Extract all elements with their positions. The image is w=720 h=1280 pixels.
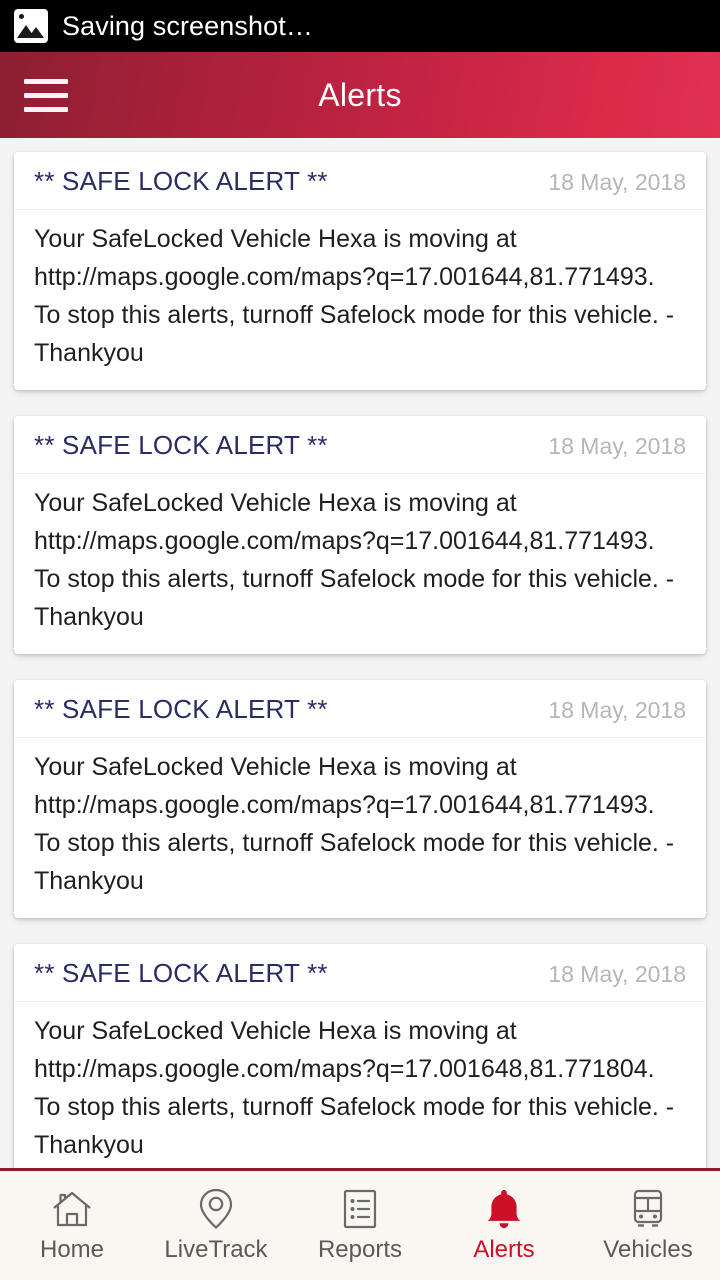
alert-date: 18 May, 2018 (548, 433, 686, 459)
map-pin-icon (199, 1188, 233, 1230)
page-title: Alerts (318, 76, 402, 113)
home-icon (51, 1188, 93, 1230)
alert-message: Your SafeLocked Vehicle Hexa is moving a… (34, 225, 675, 367)
app-bar: Alerts (0, 52, 720, 138)
alert-title: ** SAFE LOCK ALERT ** (34, 958, 328, 988)
alert-date: 18 May, 2018 (548, 961, 686, 987)
alert-message: Your SafeLocked Vehicle Hexa is moving a… (34, 1017, 675, 1159)
alert-card[interactable]: ** SAFE LOCK ALERT ** 18 May, 2018 Your … (14, 944, 706, 1168)
alert-card-header: ** SAFE LOCK ALERT ** 18 May, 2018 (14, 680, 706, 738)
nav-label-home: Home (39, 1235, 105, 1263)
hamburger-menu-icon[interactable] (0, 52, 92, 138)
nav-label-alerts: Alerts (473, 1235, 535, 1263)
alert-date: 18 May, 2018 (548, 697, 686, 723)
alert-card-header: ** SAFE LOCK ALERT ** 18 May, 2018 (14, 416, 706, 474)
nav-label-reports: Reports (317, 1235, 403, 1263)
bus-icon (628, 1188, 668, 1230)
nav-item-home[interactable]: Home (0, 1171, 144, 1280)
nav-item-vehicles[interactable]: Vehicles (576, 1171, 720, 1280)
alert-card-header: ** SAFE LOCK ALERT ** 18 May, 2018 (14, 944, 706, 1002)
alert-title: ** SAFE LOCK ALERT ** (34, 694, 328, 724)
bottom-navigation-bar: Home LiveTrack Reports Alerts Vehicles (0, 1168, 720, 1280)
alert-card[interactable]: ** SAFE LOCK ALERT ** 18 May, 2018 Your … (14, 680, 706, 918)
alert-message: Your SafeLocked Vehicle Hexa is moving a… (34, 489, 675, 631)
nav-item-alerts[interactable]: Alerts (432, 1171, 576, 1280)
alert-title: ** SAFE LOCK ALERT ** (34, 166, 328, 196)
alert-title: ** SAFE LOCK ALERT ** (34, 430, 328, 460)
alert-list[interactable]: ** SAFE LOCK ALERT ** 18 May, 2018 Your … (0, 138, 720, 1168)
nav-item-livetrack[interactable]: LiveTrack (144, 1171, 288, 1280)
nav-label-vehicles: Vehicles (603, 1235, 693, 1263)
bell-icon (484, 1188, 524, 1230)
status-bar-text: Saving screenshot… (62, 10, 313, 41)
nav-label-livetrack: LiveTrack (164, 1235, 268, 1263)
alert-card[interactable]: ** SAFE LOCK ALERT ** 18 May, 2018 Your … (14, 152, 706, 390)
nav-item-reports[interactable]: Reports (288, 1171, 432, 1280)
alert-card[interactable]: ** SAFE LOCK ALERT ** 18 May, 2018 Your … (14, 416, 706, 654)
alert-date: 18 May, 2018 (548, 169, 686, 195)
alert-card-header: ** SAFE LOCK ALERT ** 18 May, 2018 (14, 152, 706, 210)
status-bar: Saving screenshot… (0, 0, 720, 52)
image-screenshot-icon (14, 9, 48, 43)
alert-message: Your SafeLocked Vehicle Hexa is moving a… (34, 753, 675, 895)
list-icon (341, 1188, 379, 1230)
